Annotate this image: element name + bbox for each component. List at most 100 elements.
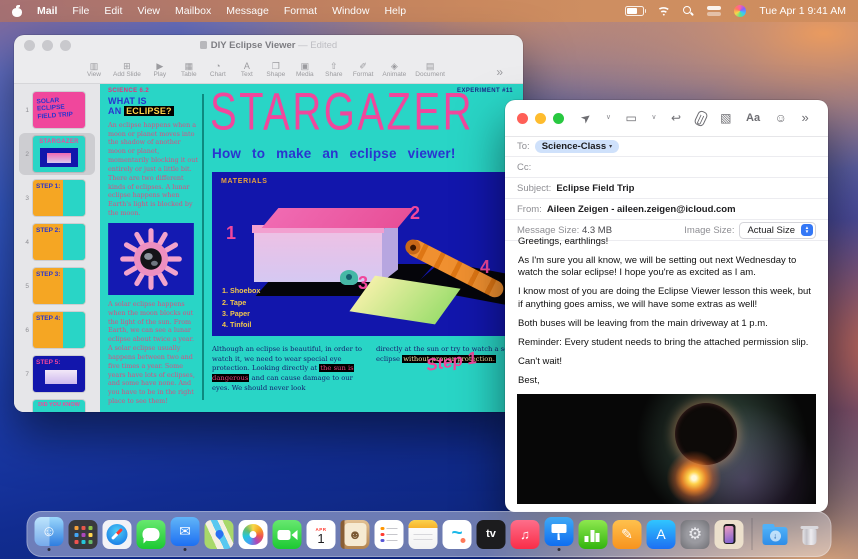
toolbar-overflow-chevron-icon[interactable]: » — [496, 65, 503, 79]
dock-tv[interactable]: tv — [476, 520, 507, 549]
slide-thumbnail[interactable]: STEP 2: — [33, 224, 85, 260]
cc-field[interactable]: Cc: — [505, 157, 828, 178]
slide-thumbnail[interactable]: STEP 3: — [33, 268, 85, 304]
slide-thumbnail-row[interactable]: 2 STARGAZER — [19, 133, 95, 175]
header-fields-chevron-icon[interactable]: ∨ — [651, 112, 656, 124]
menu-item[interactable]: Edit — [104, 5, 122, 17]
toolbar-button[interactable]: ▥ View — [84, 61, 104, 79]
message-paragraph: As I'm sure you all know, we will be set… — [518, 255, 818, 279]
dock-maps[interactable] — [204, 520, 235, 549]
dock-reminders[interactable] — [374, 520, 405, 549]
slide-thumbnail-row[interactable]: 5 STEP 3: — [19, 265, 95, 307]
send-options-chevron-icon[interactable]: ∨ — [606, 112, 611, 124]
slide-thumbnail-row[interactable]: 3 STEP 1: — [19, 177, 95, 219]
dock-safari[interactable] — [102, 520, 133, 549]
materials-list: 1. Shoebox2. Tape3. Paper4. Tinfoil — [222, 285, 260, 330]
reply-icon[interactable]: ↩ — [671, 112, 681, 124]
slide-thumbnail-row[interactable]: 4 STEP 2: — [19, 221, 95, 263]
toolbar-button[interactable]: ▤ Document — [415, 61, 445, 79]
menu-item[interactable]: File — [72, 5, 89, 17]
to-field[interactable]: To: Science-Class ▾ — [505, 136, 828, 157]
more-icon[interactable]: » — [801, 112, 808, 124]
dock-music[interactable]: ♫ — [510, 520, 541, 549]
eclipse-photo-attachment[interactable] — [517, 394, 816, 504]
from-field[interactable]: From: Aileen Zeigen - aileen.zeigen@iclo… — [505, 199, 828, 220]
slide-divider — [202, 94, 204, 400]
slide-thumbnail[interactable]: DID YOU KNOW — [33, 400, 85, 412]
message-body[interactable]: Greetings, earthlings! As I'm sure you al… — [518, 236, 818, 386]
toolbar-button[interactable]: ▶ Play — [150, 61, 170, 79]
dock-trash[interactable] — [794, 520, 825, 549]
dock-calendar[interactable]: APR1 — [306, 520, 337, 549]
toolbar-button[interactable]: ▣ Media — [295, 61, 315, 79]
wifi-icon[interactable] — [657, 6, 670, 16]
dock-downloads[interactable]: ↓ — [760, 520, 791, 549]
dock-launchpad[interactable] — [68, 520, 99, 549]
slide-thumbnail-row[interactable]: 7 STEP 5: — [19, 353, 95, 395]
toolbar-button[interactable]: ▦ Table — [179, 61, 199, 79]
emoji-icon[interactable]: ☺ — [775, 112, 787, 124]
menu-item[interactable]: Window — [332, 5, 369, 17]
slide-thumbnail-row[interactable]: 1 SOLAR ECLIPSE FIELD TRIP — [19, 89, 95, 131]
subject-field[interactable]: Subject: Eclipse Field Trip — [505, 178, 828, 199]
minimize-button[interactable] — [535, 113, 546, 124]
running-indicator — [558, 548, 561, 551]
header-fields-icon[interactable]: ▭ — [626, 112, 637, 124]
message-paragraph: Greetings, earthlings! — [518, 236, 818, 248]
slide-thumbnail[interactable]: STARGAZER — [33, 136, 85, 172]
apple-menu-icon[interactable] — [12, 5, 22, 17]
dock-numbers[interactable] — [578, 520, 609, 549]
menu-item[interactable]: Mail — [37, 5, 57, 17]
search-icon[interactable] — [683, 6, 694, 17]
toolbar-button[interactable]: ❐ Shape — [266, 61, 286, 79]
toolbar-icon: ▤ — [426, 61, 435, 71]
toolbar-button[interactable]: ◈ Animate — [382, 61, 406, 79]
menu-item[interactable]: Message — [226, 5, 269, 17]
menu-item[interactable]: View — [137, 5, 160, 17]
slide-canvas[interactable]: SCIENCE 6.2 EXPERIMENT #11 WHAT IS AN EC… — [100, 84, 523, 412]
insert-photo-icon[interactable]: ▧ — [720, 112, 731, 124]
close-button[interactable] — [517, 113, 528, 124]
toolbar-button[interactable]: A Text — [237, 61, 257, 79]
eclipse-flare — [667, 451, 721, 504]
dock-separator[interactable] — [748, 518, 757, 550]
recipient-token[interactable]: Science-Class ▾ — [535, 140, 619, 153]
slide-thumbnail[interactable]: STEP 5: — [33, 356, 85, 392]
dock-freeform[interactable]: ~ — [442, 520, 473, 549]
dock-keynote[interactable] — [544, 517, 575, 551]
toolbar-button[interactable]: ⇧ Share — [324, 61, 344, 79]
slide-thumbnail[interactable]: STEP 1: — [33, 180, 85, 216]
dock-pages[interactable]: ✎ — [612, 520, 643, 549]
send-icon[interactable]: ➤ — [579, 110, 594, 126]
menu-item[interactable]: Format — [284, 5, 317, 17]
dock-notes[interactable] — [408, 520, 439, 549]
slide-thumbnail-row[interactable]: 6 STEP 4: — [19, 309, 95, 351]
dock-photos[interactable] — [238, 520, 269, 549]
slide-thumbnail[interactable]: STEP 4: — [33, 312, 85, 348]
toolbar-button[interactable]: ✐ Format — [353, 61, 374, 79]
battery-icon[interactable] — [625, 6, 644, 16]
dock-contacts[interactable]: ☻ — [340, 520, 371, 549]
slide-thumbnail-row[interactable]: 8 DID YOU KNOW — [19, 397, 95, 412]
dock-iphone-mirroring[interactable] — [714, 520, 745, 549]
dock-finder[interactable]: ☺ — [34, 517, 65, 551]
toolbar-button[interactable]: ◔ Chart — [208, 61, 228, 79]
format-text-icon[interactable]: Aa — [746, 112, 760, 124]
menu-bar-clock[interactable]: Tue Apr 1 9:41 AM — [759, 5, 846, 17]
siri-icon[interactable] — [734, 5, 746, 17]
dock-messages[interactable] — [136, 520, 167, 549]
slide-thumbnail[interactable]: SOLAR ECLIPSE FIELD TRIP — [33, 92, 85, 128]
toolbar-icon: ❐ — [272, 61, 280, 71]
zoom-button[interactable] — [553, 113, 564, 124]
attach-icon[interactable] — [693, 109, 708, 127]
toolbar-button[interactable]: ⊞ Add Slide — [113, 61, 141, 79]
dock-facetime[interactable] — [272, 520, 303, 549]
menu-item[interactable]: Mailbox — [175, 5, 211, 17]
dock-appstore[interactable]: A — [646, 520, 677, 549]
menu-item[interactable]: Help — [384, 5, 406, 17]
desktop: Mail File Edit View Mailbox Message Format Wind… — [0, 0, 858, 559]
dock-mail[interactable]: ✉ — [170, 517, 201, 551]
control-center-icon[interactable] — [707, 6, 721, 16]
material-number: 4 — [480, 258, 490, 276]
dock-settings[interactable]: ⚙ — [680, 520, 711, 549]
